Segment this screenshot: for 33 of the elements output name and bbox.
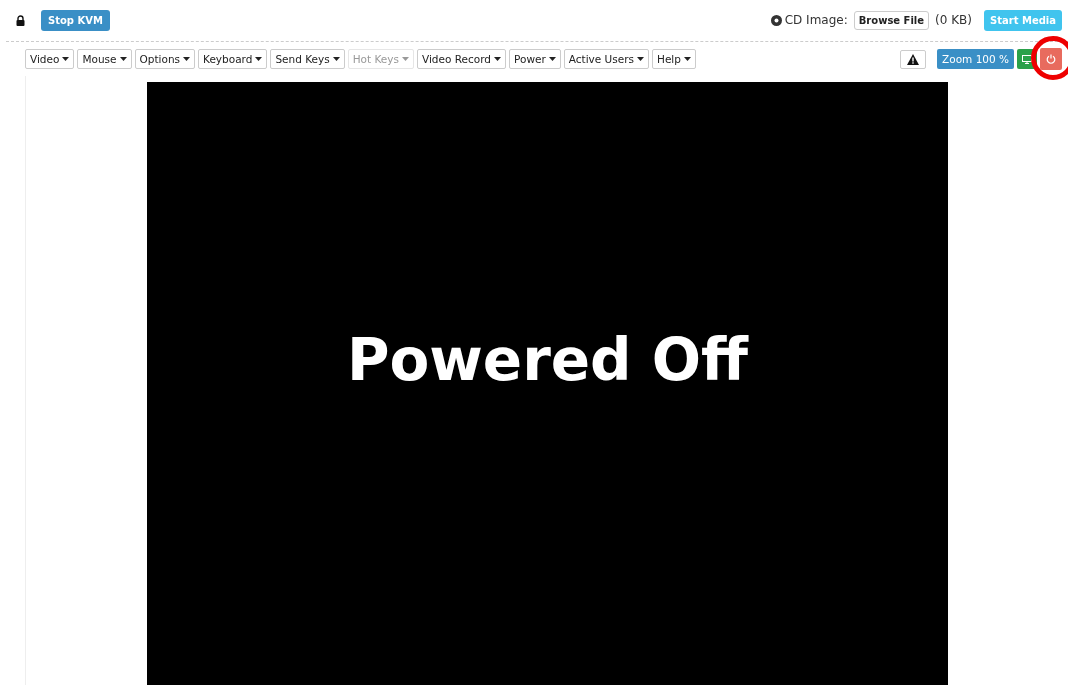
menu-button[interactable]: Send Keys (270, 49, 345, 69)
lock-icon (16, 14, 25, 26)
cd-image-label: CD Image: (784, 13, 848, 27)
caret-icon (401, 57, 409, 61)
caret-icon (255, 57, 263, 61)
caret-icon (62, 57, 70, 61)
file-size: (0 KB) (935, 13, 972, 27)
menu-button[interactable]: Help (652, 49, 696, 69)
stop-kvm-button[interactable]: Stop KVM (41, 9, 110, 31)
menu-button[interactable]: Active Users (563, 49, 649, 69)
caret-icon (183, 57, 190, 61)
highlight-circle (1031, 36, 1068, 80)
browse-file-button[interactable]: Browse File (853, 10, 930, 30)
powered-off-message: Powered Off (346, 325, 749, 394)
caret-icon (332, 57, 340, 61)
menu-button[interactable]: Video (25, 49, 75, 69)
zoom-button[interactable]: Zoom 100 % (937, 49, 1014, 69)
disc-icon (770, 14, 782, 26)
caret-icon (637, 57, 644, 61)
caret-icon (119, 57, 127, 61)
caret-icon (548, 57, 556, 61)
warning-button[interactable] (900, 49, 927, 69)
menu-button[interactable]: Mouse (77, 49, 132, 69)
warning-icon (907, 53, 920, 65)
menu-button[interactable]: Power (509, 49, 561, 69)
power-button[interactable] (1040, 48, 1062, 70)
menu-button[interactable]: Options (134, 49, 195, 69)
caret-icon (494, 57, 501, 61)
menu-button[interactable]: Video Record (416, 49, 506, 69)
menu-button[interactable]: Keyboard (198, 49, 268, 69)
caret-icon (683, 57, 691, 61)
monitor-icon (1022, 54, 1032, 64)
power-icon (1046, 54, 1056, 64)
